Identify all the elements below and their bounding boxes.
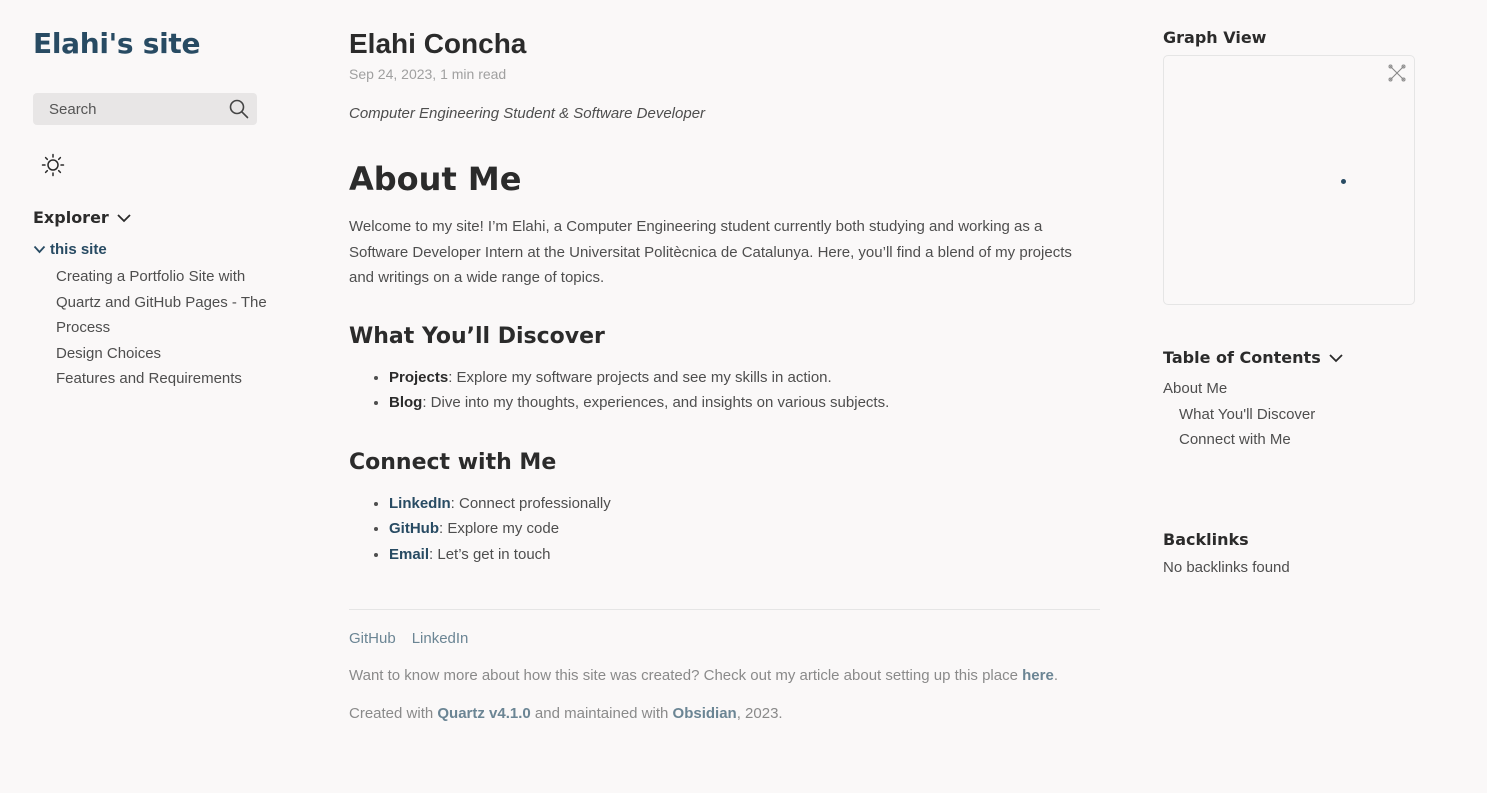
list-item: LinkedIn: Connect professionally: [389, 491, 1100, 517]
page-title: Elahi Concha: [349, 28, 527, 59]
connect-list: LinkedIn: Connect professionally GitHub:…: [389, 491, 1100, 568]
sun-icon[interactable]: [41, 153, 65, 177]
search-placeholder[interactable]: Search: [49, 101, 97, 118]
heading-about-me: About Me: [349, 160, 522, 198]
toc-item-connect[interactable]: Connect with Me: [1179, 427, 1415, 453]
toc-heading[interactable]: Table of Contents: [1163, 348, 1321, 367]
search-icon[interactable]: [229, 99, 249, 119]
item-label: Blog: [389, 394, 423, 411]
created-prefix: Want to know more about how this site wa…: [349, 667, 1023, 684]
right-sidebar: Graph View Table of Contents About Me Wh…: [1163, 26, 1415, 576]
list-item: GitHub: Explore my code: [389, 516, 1100, 542]
item-label: Projects: [389, 368, 449, 386]
credit-suffix: , 2023.: [736, 705, 783, 722]
item-text: : Explore my software projects and see m…: [448, 368, 832, 386]
footer-linkedin-link[interactable]: LinkedIn: [412, 630, 469, 647]
item-text: : Connect professionally: [450, 494, 611, 512]
graph-view[interactable]: [1163, 55, 1415, 305]
footer-github-link[interactable]: GitHub: [349, 630, 396, 647]
obsidian-link[interactable]: Obsidian: [673, 705, 737, 722]
left-sidebar: Elahi's site Search Explorer this site C…: [33, 26, 273, 392]
credit-prefix: Created with: [349, 705, 438, 722]
article: Elahi Concha Sep 24, 2023, 1 min read Co…: [349, 26, 1100, 722]
chevron-down-icon[interactable]: [117, 213, 131, 223]
chevron-down-icon[interactable]: [1329, 353, 1343, 363]
item-text: : Dive into my thoughts, experiences, an…: [422, 394, 890, 411]
file-link-portfolio[interactable]: Creating a Portfolio Site with Quartz an…: [56, 264, 273, 341]
toc-toggle[interactable]: Table of Contents: [1163, 348, 1415, 367]
search-box[interactable]: Search: [33, 93, 257, 125]
footer-divider: [349, 609, 1100, 610]
toc-item-discover[interactable]: What You'll Discover: [1179, 402, 1415, 428]
chevron-down-icon[interactable]: [33, 245, 46, 254]
list-item: Blog: Dive into my thoughts, experiences…: [389, 390, 1100, 416]
list-item: Email: Let’s get in touch: [389, 542, 1100, 568]
here-link[interactable]: here: [1022, 667, 1054, 684]
backlinks-heading: Backlinks: [1163, 529, 1249, 549]
article-subtitle: Computer Engineering Student & Software …: [349, 105, 706, 122]
linkedin-link[interactable]: LinkedIn: [389, 495, 451, 512]
footer-credit-text: Created with Quartz v4.1.0 and maintaine…: [349, 705, 1100, 722]
toc-list: About Me What You'll Discover Connect wi…: [1163, 376, 1415, 453]
credit-mid: and maintained with: [530, 705, 673, 722]
item-text: : Let’s get in touch: [429, 545, 551, 563]
file-link-design-choices[interactable]: Design Choices: [56, 341, 273, 367]
graph-node[interactable]: [1341, 179, 1346, 184]
email-link[interactable]: Email: [389, 546, 429, 563]
discover-list: Projects: Explore my software projects a…: [389, 365, 1100, 416]
github-link[interactable]: GitHub: [389, 520, 439, 537]
quartz-link[interactable]: Quartz v4.1.0: [437, 705, 530, 722]
explorer-label[interactable]: Explorer: [33, 208, 109, 227]
folder-this-site[interactable]: this site: [33, 241, 273, 258]
no-backlinks-text: No backlinks found: [1163, 558, 1290, 576]
heading-discover: What You’ll Discover: [349, 323, 605, 349]
toc-item-about-me[interactable]: About Me: [1163, 376, 1415, 402]
footer-links: GitHub LinkedIn: [349, 630, 1100, 647]
heading-connect: Connect with Me: [349, 449, 557, 475]
list-item: Projects: Explore my software projects a…: [389, 365, 1100, 391]
folder-label[interactable]: this site: [50, 241, 107, 258]
site-title[interactable]: Elahi's site: [33, 26, 273, 62]
created-suffix: .: [1053, 667, 1058, 684]
explorer-toggle[interactable]: Explorer: [33, 208, 273, 227]
expand-graph-icon[interactable]: [1388, 64, 1406, 82]
file-list: Creating a Portfolio Site with Quartz an…: [56, 264, 273, 392]
article-meta: Sep 24, 2023, 1 min read: [349, 66, 507, 82]
about-paragraph: Welcome to my site! I’m Elahi, a Compute…: [349, 218, 1072, 286]
file-link-features[interactable]: Features and Requirements: [56, 366, 273, 392]
footer-created-text: Want to know more about how this site wa…: [349, 667, 1100, 684]
graph-view-heading: Graph View: [1163, 28, 1267, 47]
item-text: : Explore my code: [439, 520, 560, 537]
